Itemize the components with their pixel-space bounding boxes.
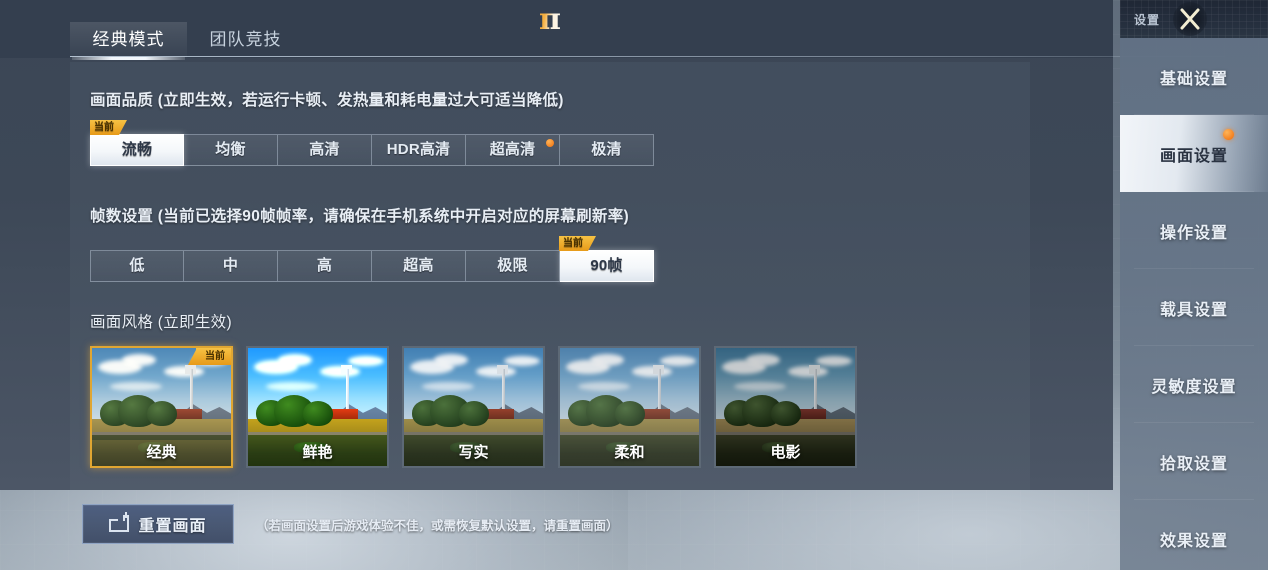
option-label: 高清 [309,141,340,158]
reset-hint-text: （若画面设置后游戏体验不佳，或需恢复默认设置，请重置画面） [256,518,619,533]
framerate-option-low[interactable]: 低 [90,250,184,282]
sidebar-items: 基础设置 画面设置 操作设置 载具设置 灵敏度设置 拾取设置 效果设置 [1120,38,1268,570]
framerate-option-90fps[interactable]: 当前 90帧 [559,236,654,282]
sidebar-item-label: 效果设置 [1159,532,1228,550]
quality-option-smooth[interactable]: 当前 流畅 [90,120,184,166]
sidebar-item-label: 操作设置 [1159,224,1228,242]
sidebar-item-pickup-settings[interactable]: 拾取设置 [1120,423,1268,500]
sidebar-item-effects-settings[interactable]: 效果设置 [1120,500,1268,570]
quality-option-hd[interactable]: 高清 [278,134,372,166]
option-label: 低 [129,257,145,274]
sidebar-item-label: 画面设置 [1159,147,1228,165]
new-indicator-dot [1223,129,1234,140]
option-label: 90帧 [590,257,623,274]
style-card-vivid[interactable]: 鲜艳 [246,346,389,468]
tab-classic-mode[interactable]: 经典模式 [70,22,187,60]
option-label: HDR高清 [386,141,451,158]
mode-tabs: 经典模式 团队竞技 [70,22,304,60]
framerate-option-medium[interactable]: 中 [184,250,278,282]
option-label: 超高清 [489,141,536,158]
style-label: 鲜艳 [302,444,333,461]
style-card-realistic[interactable]: 写实 [402,346,545,468]
framerate-section-label: 帧数设置 (当前已选择90帧帧率，请确保在手机系统中开启对应的屏幕刷新率) [90,208,629,225]
option-label: 流畅 [121,141,153,158]
style-section-label: 画面风格 (立即生效) [90,314,232,331]
sidebar-header: 设置 [1120,0,1268,38]
style-card-soft[interactable]: 柔和 [558,346,701,468]
sidebar-title: 设置 [1134,12,1161,27]
close-x-icon[interactable] [1170,1,1210,37]
style-label: 柔和 [614,444,645,461]
option-label: 极限 [497,257,528,274]
sidebar-item-basic-settings[interactable]: 基础设置 [1120,38,1268,115]
framerate-options: 低 中 高 超高 极限 当前 90帧 [90,236,1030,282]
sidebar-item-label: 拾取设置 [1159,455,1228,473]
quality-option-balanced[interactable]: 均衡 [184,134,278,166]
quality-options: 当前 流畅 均衡 高清 HDR高清 超高清 极清 [90,120,1030,166]
current-badge: 当前 [90,120,119,135]
reset-graphics-button[interactable]: 重置画面 [82,504,234,544]
current-badge: 当前 [196,348,231,365]
sidebar-item-label: 基础设置 [1159,70,1228,88]
reset-button-label: 重置画面 [138,518,207,535]
reset-row: 重置画面 （若画面设置后游戏体验不佳，或需恢复默认设置，请重置画面） [82,504,619,544]
quality-option-uhd[interactable]: 超高清 [466,134,560,166]
style-label: 经典 [92,440,231,466]
style-card-classic[interactable]: 当前 经典 [90,346,233,468]
framerate-option-extreme[interactable]: 极限 [466,250,560,282]
option-label: 高 [316,257,333,274]
quality-section-label: 画面品质 (立即生效，若运行卡顿、发热量和耗电量过大可适当降低) [90,92,564,109]
option-label: 超高 [403,257,434,274]
tab-team-deathmatch[interactable]: 团队竞技 [187,22,304,58]
sidebar-item-graphics-settings[interactable]: 画面设置 [1120,115,1268,192]
style-label: 写实 [458,444,489,461]
style-card-cinematic[interactable]: 电影 [714,346,857,468]
sidebar-item-control-settings[interactable]: 操作设置 [1120,192,1268,269]
sidebar-item-label: 载具设置 [1159,301,1228,319]
sidebar-item-sensitivity-settings[interactable]: 灵敏度设置 [1120,346,1268,423]
quality-option-extreme-hd[interactable]: 极清 [560,134,654,166]
sidebar-item-label: 灵敏度设置 [1151,378,1237,396]
quality-option-hdr-hd[interactable]: HDR高清 [372,134,466,166]
option-label: 极清 [591,141,622,158]
framerate-option-high[interactable]: 高 [278,250,372,282]
option-label: 中 [222,257,239,274]
framerate-option-ultra[interactable]: 超高 [372,250,466,282]
option-label: 均衡 [215,141,246,158]
style-label: 电影 [770,444,801,461]
sidebar-item-vehicle-settings[interactable]: 载具设置 [1120,269,1268,346]
new-indicator-dot [546,139,554,147]
graphics-settings-content: 画面品质 (立即生效，若运行卡顿、发热量和耗电量过大可适当降低) 当前 流畅 均… [70,62,1030,490]
reset-arrow-icon [109,514,131,533]
settings-sidebar: 设置 基础设置 画面设置 操作设置 载具设置 灵敏度设置 拾取设置 效果设置 [1120,0,1268,570]
current-badge: 当前 [559,236,588,251]
pi-logo: π [528,2,572,38]
style-thumbnail-list: 当前 经典 鲜艳 写实 柔和 电影 [90,346,1030,468]
